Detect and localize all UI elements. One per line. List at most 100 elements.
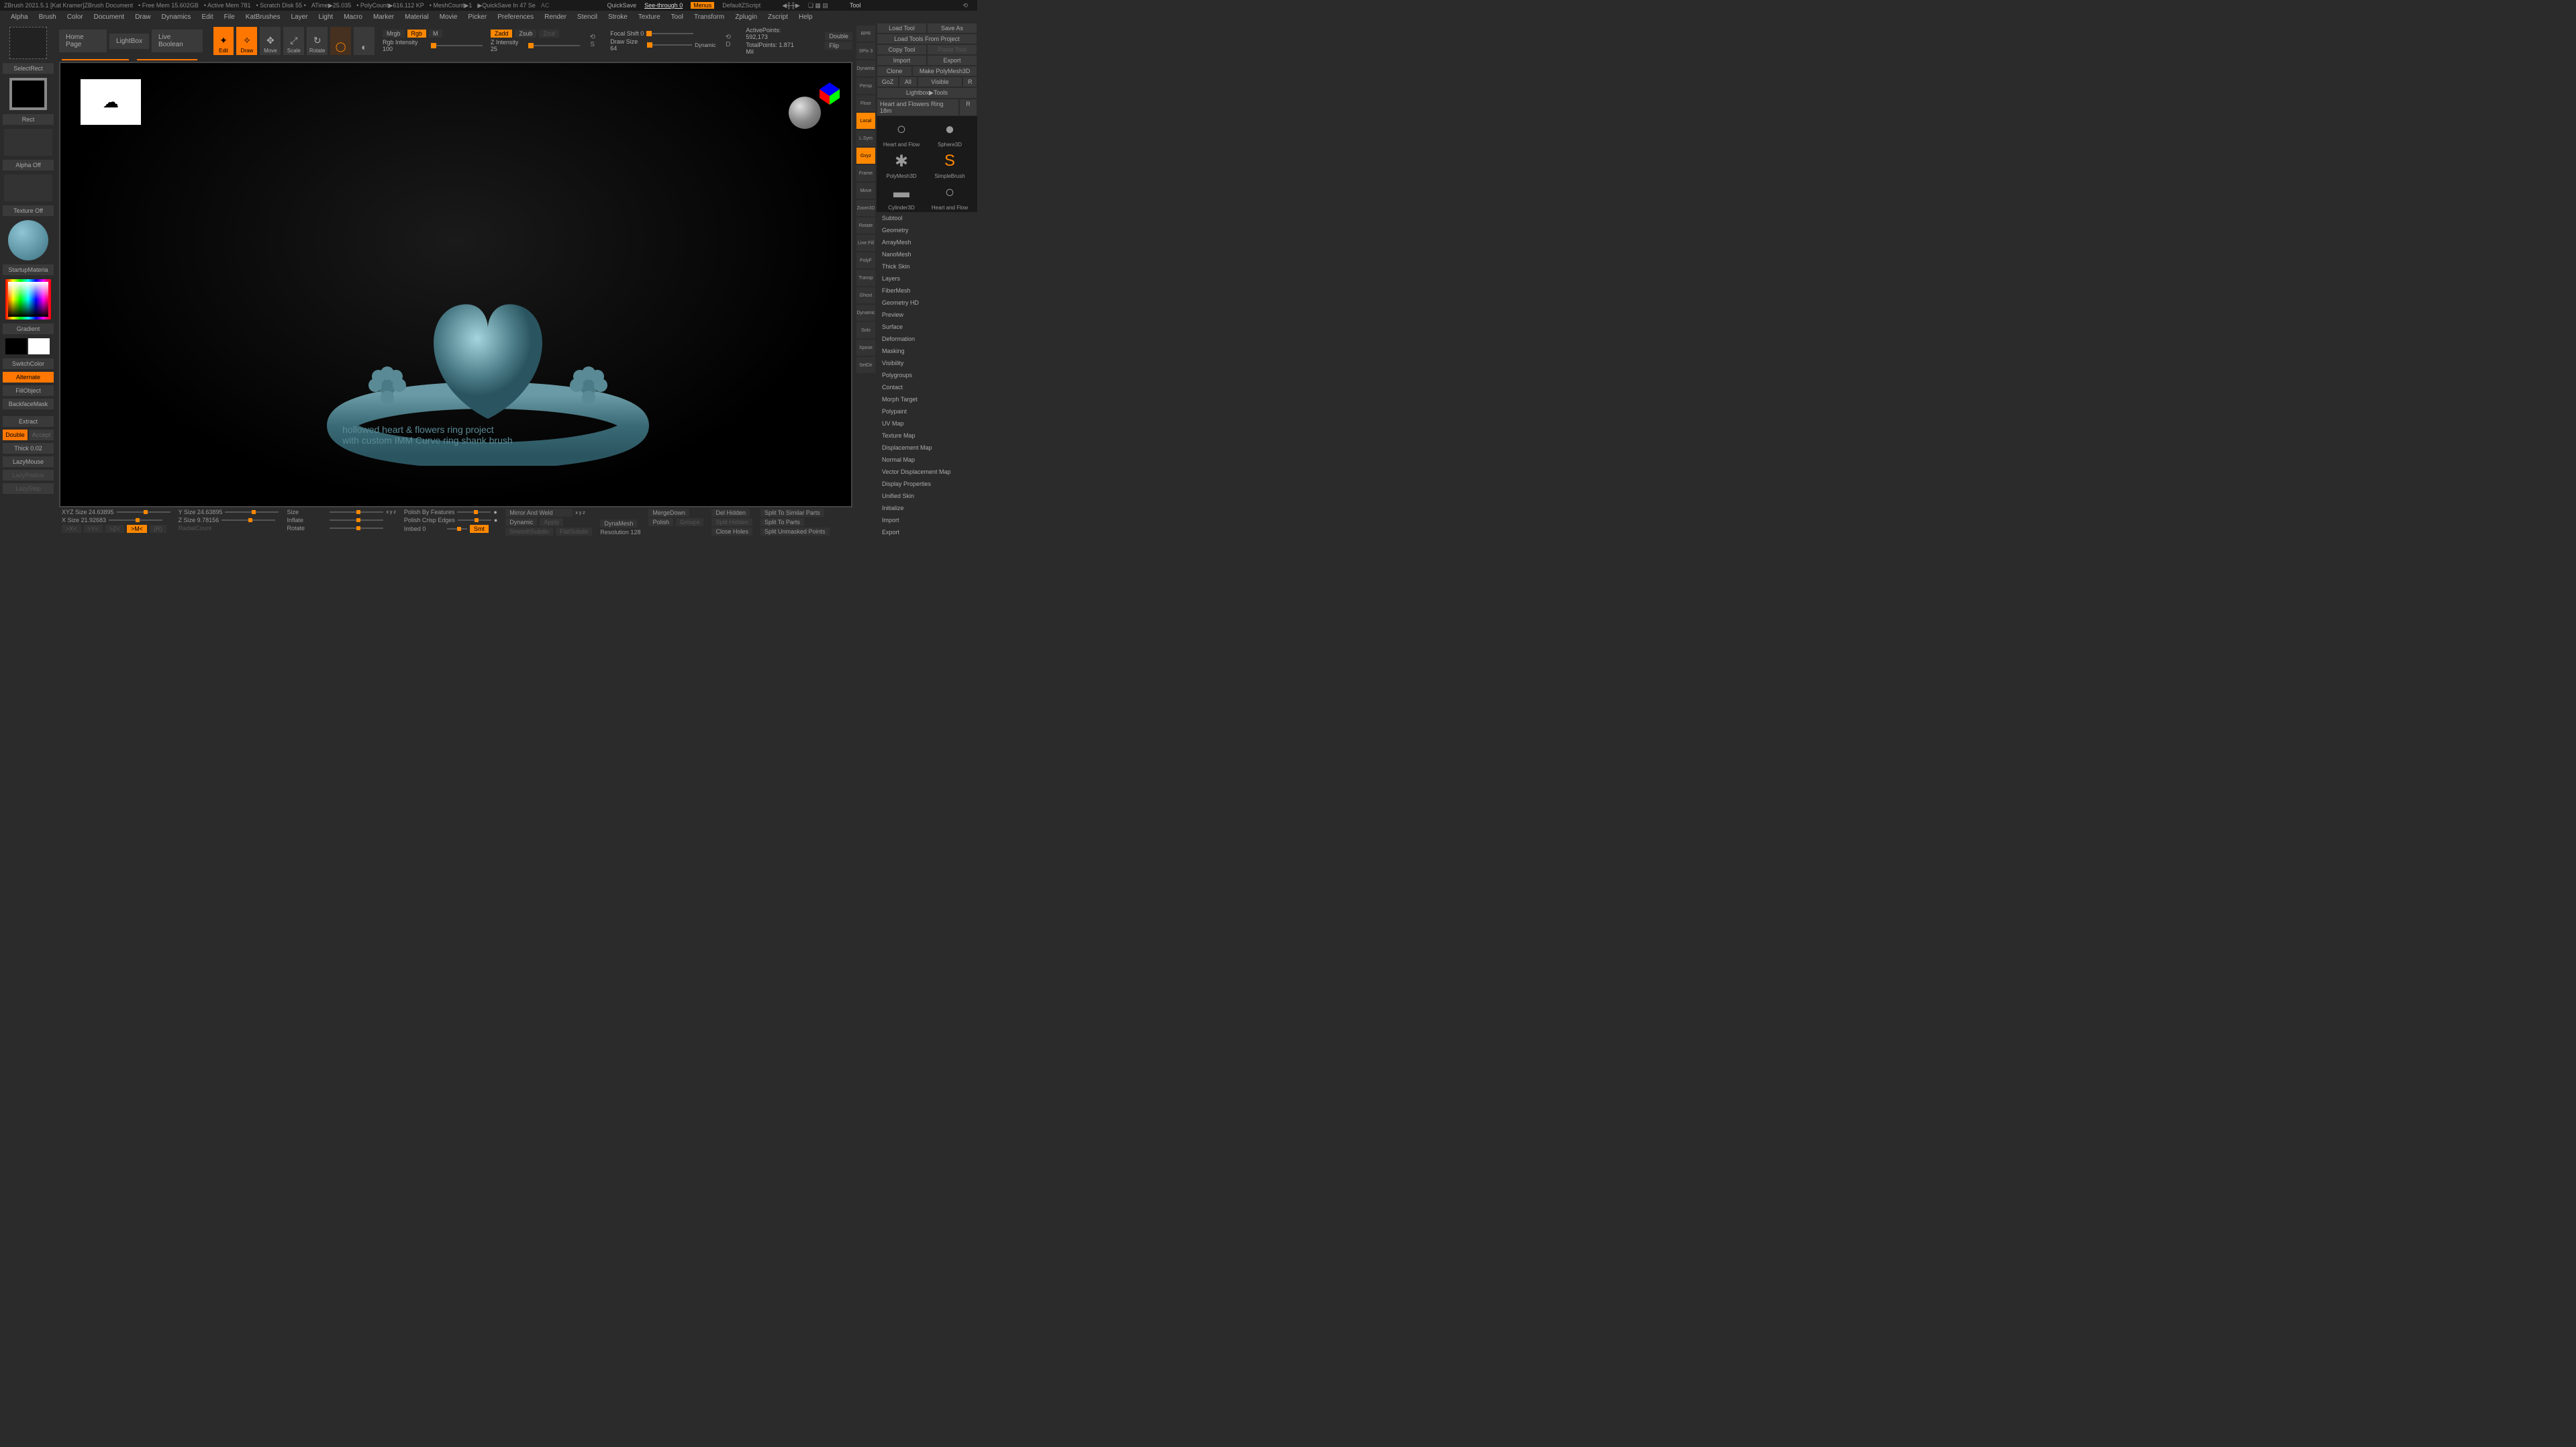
menu-material[interactable]: Material xyxy=(405,13,429,21)
rail-polyf[interactable]: PolyF xyxy=(856,252,875,268)
seethrough-slider[interactable]: See-through 0 xyxy=(644,2,683,9)
menu-help[interactable]: Help xyxy=(799,13,813,21)
menu-texture[interactable]: Texture xyxy=(638,13,660,21)
subpalette-polygroups[interactable]: Polygroups xyxy=(877,369,977,381)
polish-features[interactable]: Polish By Features xyxy=(404,509,455,515)
subpalette-thick-skin[interactable]: Thick Skin xyxy=(877,260,977,272)
close-holes[interactable]: Close Holes xyxy=(711,528,752,536)
subpalette-surface[interactable]: Surface xyxy=(877,321,977,333)
zsub-toggle[interactable]: Zsub xyxy=(515,30,536,38)
save-as[interactable]: Save As xyxy=(928,23,977,33)
alpha-off[interactable]: Alpha Off xyxy=(3,160,54,170)
lightbox-tools[interactable]: Lightbox▶Tools xyxy=(877,88,977,98)
axis-x[interactable]: >X< xyxy=(62,525,81,533)
menu-tool[interactable]: Tool xyxy=(671,13,683,21)
tool-name[interactable]: Heart and Flowers Ring 18m xyxy=(877,99,958,115)
clone-btn[interactable]: Clone xyxy=(877,66,911,76)
menu-draw[interactable]: Draw xyxy=(135,13,150,21)
subpalette-display-properties[interactable]: Display Properties xyxy=(877,478,977,490)
rail-spix3[interactable]: SPix 3 xyxy=(856,43,875,59)
menu-stroke[interactable]: Stroke xyxy=(608,13,628,21)
nav-sphere[interactable] xyxy=(789,97,821,129)
subpalette-contact[interactable]: Contact xyxy=(877,381,977,393)
menu-brush[interactable]: Brush xyxy=(39,13,56,21)
copy-tool[interactable]: Copy Tool xyxy=(877,45,926,54)
rail-bpr[interactable]: BPR xyxy=(856,26,875,42)
rail-linefill[interactable]: Line Fill xyxy=(856,235,875,251)
rail-gxyz[interactable]: Gxyz xyxy=(856,148,875,164)
menu-light[interactable]: Light xyxy=(319,13,334,21)
extract-button[interactable]: Extract xyxy=(3,416,54,427)
gradient-toggle[interactable]: Gradient xyxy=(3,323,54,334)
rail-lsym[interactable]: L.Sym xyxy=(856,130,875,146)
subpalette-geometry[interactable]: Geometry xyxy=(877,224,977,236)
tool-item-0[interactable]: ○Heart and Flow xyxy=(878,117,925,148)
imbed-slider[interactable]: Imbed 0 xyxy=(404,526,444,532)
rail-setdir[interactable]: SetDir xyxy=(856,357,875,373)
rotate-slider[interactable]: Rotate xyxy=(287,525,327,532)
subpalette-displacement-map[interactable]: Displacement Map xyxy=(877,442,977,454)
menu-macro[interactable]: Macro xyxy=(344,13,362,21)
goz-btn[interactable]: GoZ xyxy=(877,77,898,87)
rotate-mode[interactable]: ↻Rotate xyxy=(307,27,328,55)
menu-movie[interactable]: Movie xyxy=(440,13,458,21)
menu-alpha[interactable]: Alpha xyxy=(11,13,28,21)
menu-file[interactable]: File xyxy=(224,13,235,21)
del-hidden[interactable]: Del Hidden xyxy=(711,509,750,517)
menu-picker[interactable]: Picker xyxy=(468,13,487,21)
axis-z[interactable]: >Z< xyxy=(105,525,124,533)
dynamesh-btn[interactable]: DynaMesh xyxy=(600,519,637,528)
smt-toggle[interactable]: Smt xyxy=(470,525,489,533)
rail-rotate[interactable]: Rotate xyxy=(856,217,875,234)
rail-persp[interactable]: Persp xyxy=(856,78,875,94)
subpalette-export[interactable]: Export xyxy=(877,526,977,538)
z-size-slider[interactable]: Z Size 9.78156 xyxy=(179,517,219,523)
subpalette-visibility[interactable]: Visibility xyxy=(877,357,977,369)
swatch-primary[interactable] xyxy=(28,338,50,354)
tool-item-5[interactable]: ○Heart and Flow xyxy=(926,181,973,211)
menu-color[interactable]: Color xyxy=(67,13,83,21)
rgb-toggle[interactable]: Rgb xyxy=(407,30,427,38)
alternate-toggle[interactable]: Alternate xyxy=(3,372,54,383)
rail-transp[interactable]: Transp xyxy=(856,270,875,286)
quicksave-button[interactable]: QuickSave xyxy=(607,2,637,9)
rail-ghost[interactable]: Ghost xyxy=(856,287,875,303)
zcut-toggle[interactable]: Zcut xyxy=(539,30,559,38)
sculptris-button[interactable]: ◐ xyxy=(354,27,375,55)
subpalette-polypaint[interactable]: Polypaint xyxy=(877,405,977,417)
rail-frame[interactable]: Frame xyxy=(856,165,875,181)
polish-crisp[interactable]: Polish Crisp Edges xyxy=(404,517,455,523)
draw-mode[interactable]: ✧Draw xyxy=(236,27,257,55)
rail-move[interactable]: Move xyxy=(856,183,875,199)
menu-marker[interactable]: Marker xyxy=(373,13,394,21)
subpalette-subtool[interactable]: Subtool xyxy=(877,212,977,224)
apply-btn[interactable]: Apply xyxy=(540,518,563,526)
menu-zscript[interactable]: Zscript xyxy=(768,13,788,21)
subpalette-unified-skin[interactable]: Unified Skin xyxy=(877,490,977,502)
edit-mode[interactable]: ✦Edit xyxy=(213,27,234,55)
goz-visible[interactable]: Visible xyxy=(918,77,962,87)
subpalette-preview[interactable]: Preview xyxy=(877,309,977,321)
menu-document[interactable]: Document xyxy=(94,13,125,21)
tool-item-4[interactable]: ▬Cylinder3D xyxy=(878,181,925,211)
z-intensity-slider[interactable]: Z Intensity 25 xyxy=(491,39,526,52)
swatch-secondary[interactable] xyxy=(5,338,27,354)
zadd-toggle[interactable]: Zadd xyxy=(491,30,513,38)
rail-local[interactable]: Local xyxy=(856,113,875,129)
groups-btn[interactable]: Groups xyxy=(676,518,704,526)
color-picker[interactable] xyxy=(5,279,51,319)
menus-toggle[interactable]: Menus xyxy=(691,2,714,9)
subpalette-geometry-hd[interactable]: Geometry HD xyxy=(877,297,977,309)
rail-solo[interactable]: Solo xyxy=(856,322,875,338)
split-similar[interactable]: Split To Similar Parts xyxy=(760,509,824,517)
x-size-slider[interactable]: X Size 21.92683 xyxy=(62,517,106,523)
switch-color[interactable]: SwitchColor xyxy=(3,358,54,369)
subpalette-arraymesh[interactable]: ArrayMesh xyxy=(877,236,977,248)
xyz-size-slider[interactable]: XYZ Size 24.63895 xyxy=(62,509,114,515)
lightbox-tab[interactable]: LightBox xyxy=(109,34,149,49)
subpalette-layers[interactable]: Layers xyxy=(877,272,977,285)
flat-subdiv[interactable]: FlatSubdiv xyxy=(556,528,593,536)
split-hidden[interactable]: Split Hidden xyxy=(711,518,752,526)
lazy-step[interactable]: LazyStep xyxy=(3,483,54,494)
load-tools-project[interactable]: Load Tools From Project xyxy=(877,34,977,44)
